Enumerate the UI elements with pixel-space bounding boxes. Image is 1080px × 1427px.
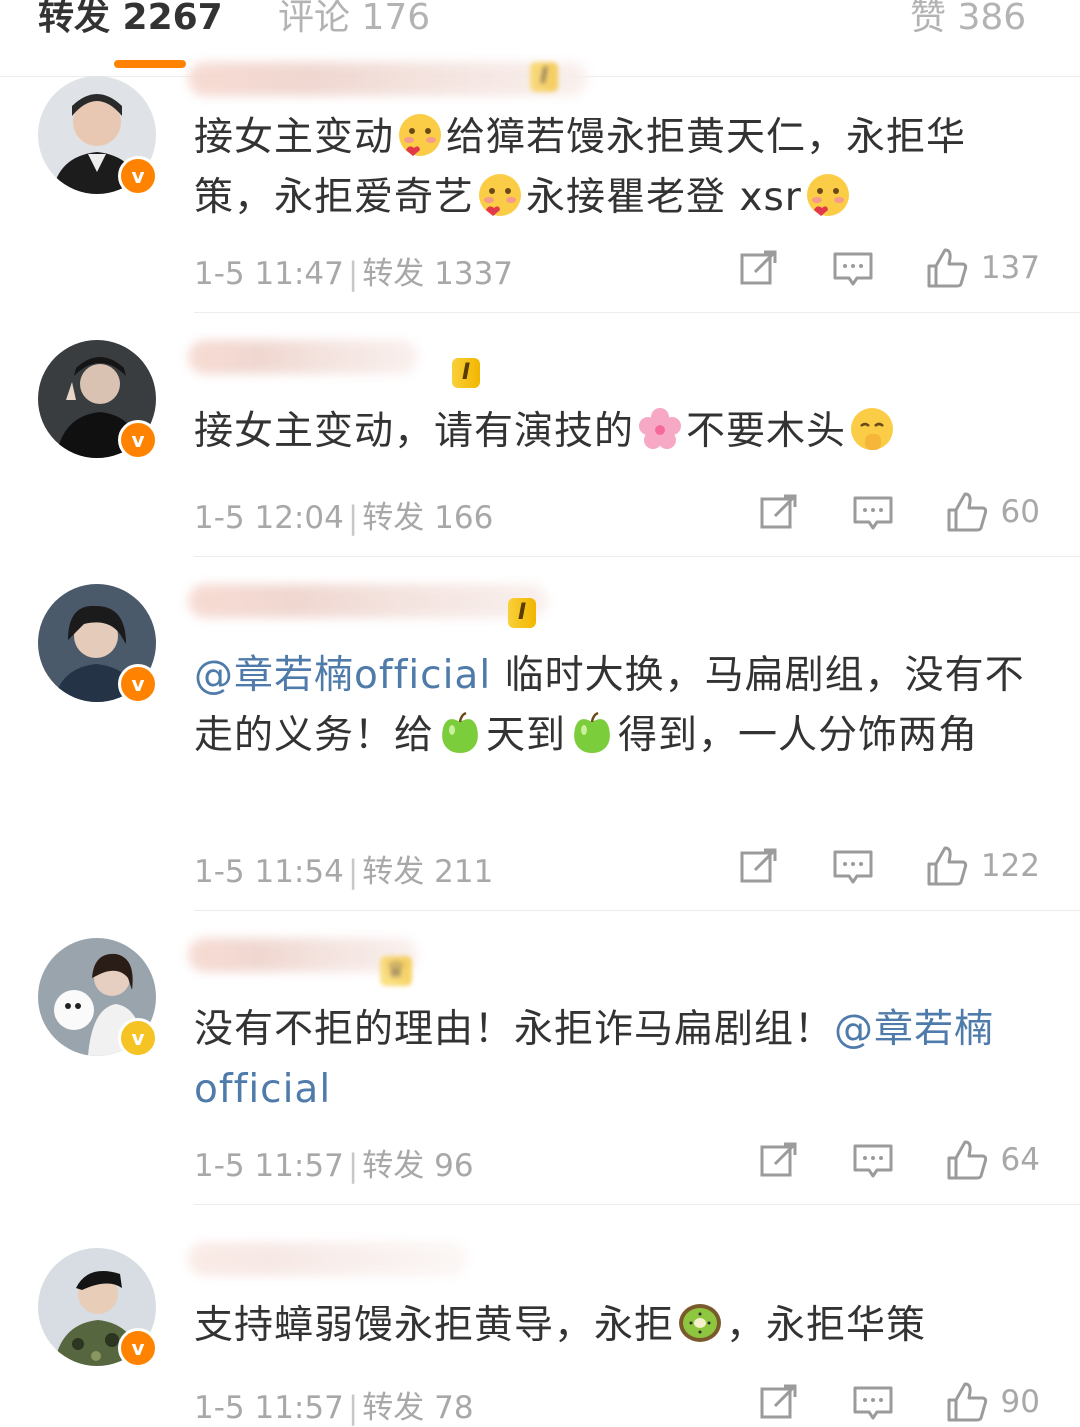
verified-icon: v	[118, 664, 158, 704]
divider	[194, 910, 1080, 911]
level-badge: ♛	[380, 956, 412, 986]
comment-meta: 1-5 12:04 | 转发 166	[194, 500, 494, 536]
share-icon[interactable]	[737, 246, 781, 290]
action-bar: 60	[757, 490, 1040, 534]
kiwi-fruit-emoji	[679, 1304, 722, 1342]
username[interactable]	[188, 584, 548, 618]
like-count: 90	[1000, 1384, 1040, 1420]
divider	[194, 312, 1080, 313]
divider	[194, 1204, 1080, 1205]
username[interactable]	[188, 1242, 468, 1276]
comment-icon[interactable]	[831, 246, 875, 290]
tab-likes[interactable]: 赞 386	[910, 0, 1026, 44]
like-icon[interactable]	[945, 1138, 989, 1182]
like-count: 122	[980, 848, 1040, 884]
list-item: v I 接女主变动 给獐若馒永拒黄天仁，永拒华策，永拒爱奇艺 永接瞿老登 xsr 1…	[0, 62, 1080, 313]
like-count: 137	[980, 250, 1040, 286]
like-icon[interactable]	[925, 844, 969, 888]
verified-icon: v	[118, 1328, 158, 1368]
level-badge: I	[452, 358, 481, 388]
comment-icon[interactable]	[851, 1138, 895, 1182]
level-badge: I	[508, 598, 537, 628]
smiling-blushing-emoji	[479, 174, 522, 216]
repost-count: 转发 211	[362, 854, 494, 890]
level-badge: I	[530, 62, 559, 92]
tab-comments[interactable]: 评论 176	[278, 0, 430, 44]
share-icon[interactable]	[757, 1138, 801, 1182]
verified-icon: v	[118, 420, 158, 460]
avatar[interactable]: v	[38, 938, 158, 1058]
avatar[interactable]: v	[38, 76, 158, 196]
list-item: v I 接女主变动，请有演技的 不要木头 1-5 12:04 | 转发 166 60	[0, 340, 1080, 557]
comment-meta: 1-5 11:57 | 转发 96	[194, 1148, 474, 1184]
action-bar: 64	[757, 1138, 1040, 1182]
verified-icon: v	[118, 156, 158, 196]
comment-meta: 1-5 11:54 | 转发 211	[194, 854, 494, 890]
like-count: 64	[1000, 1142, 1040, 1178]
avatar[interactable]: v	[38, 340, 158, 460]
comment-meta: 1-5 11:47 | 转发 1337	[194, 256, 514, 292]
comment-text: 接女主变动，请有演技的 不要木头	[194, 402, 1044, 462]
list-item: v ♛ 没有不拒的理由！永拒诈马扁剧组！@章若楠official 1-5 11:…	[0, 938, 1080, 1205]
avatar[interactable]: v	[38, 584, 158, 704]
like-icon[interactable]	[945, 1380, 989, 1424]
repost-count: 转发 1337	[362, 256, 514, 292]
repost-count: 转发 96	[362, 1148, 474, 1184]
verified-icon: v	[118, 1018, 158, 1058]
action-bar: 90	[757, 1380, 1040, 1424]
timestamp: 1-5 12:04	[194, 500, 344, 536]
list-item: v 支持蟑弱馒永拒黄导，永拒 ，永拒华策 1-5 11:57 | 转发 78 90	[0, 1232, 1080, 1426]
tab-reposts[interactable]: 转发 2267	[38, 0, 223, 44]
share-icon[interactable]	[757, 490, 801, 534]
like-icon[interactable]	[945, 490, 989, 534]
cherry-blossom-emoji	[639, 408, 682, 449]
face-peeking-emoji	[851, 408, 894, 450]
list-item: v I @章若楠official 临时大换，马扁剧组，没有不走的义务！给 天到 得到…	[0, 584, 1080, 911]
timestamp: 1-5 11:47	[194, 256, 344, 292]
active-tab-indicator	[114, 60, 186, 68]
smiling-blushing-emoji	[806, 174, 849, 216]
comment-text: 支持蟑弱馒永拒黄导，永拒 ，永拒华策	[194, 1296, 1044, 1356]
like-icon[interactable]	[925, 246, 969, 290]
comment-text: 没有不拒的理由！永拒诈马扁剧组！@章若楠official	[194, 1007, 995, 1112]
timestamp: 1-5 11:54	[194, 854, 344, 890]
divider	[194, 556, 1080, 557]
share-icon[interactable]	[757, 1380, 801, 1424]
repost-count: 转发 166	[362, 500, 494, 536]
green-apple-emoji	[574, 711, 610, 753]
comment-icon[interactable]	[831, 844, 875, 888]
comment-text: 接女主变动 给獐若馒永拒黄天仁，永拒华策，永拒爱奇艺 永接瞿老登 xsr	[194, 108, 1044, 228]
timestamp: 1-5 11:57	[194, 1390, 344, 1426]
comment-icon[interactable]	[851, 1380, 895, 1424]
action-bar: 122	[737, 844, 1040, 888]
green-apple-emoji	[442, 711, 478, 753]
avatar[interactable]: v	[38, 1248, 158, 1368]
mention-link[interactable]: @章若楠official	[194, 653, 491, 698]
username[interactable]	[188, 340, 418, 374]
timestamp: 1-5 11:57	[194, 1148, 344, 1184]
smiling-blushing-emoji	[399, 114, 442, 156]
comment-icon[interactable]	[851, 490, 895, 534]
comment-text: @章若楠official 临时大换，马扁剧组，没有不走的义务！给 天到 得到，一人分…	[194, 653, 1025, 758]
comment-meta: 1-5 11:57 | 转发 78	[194, 1390, 474, 1426]
action-bar: 137	[737, 246, 1040, 290]
share-icon[interactable]	[737, 844, 781, 888]
repost-count: 转发 78	[362, 1390, 474, 1426]
username[interactable]	[188, 62, 588, 96]
like-count: 60	[1000, 494, 1040, 530]
